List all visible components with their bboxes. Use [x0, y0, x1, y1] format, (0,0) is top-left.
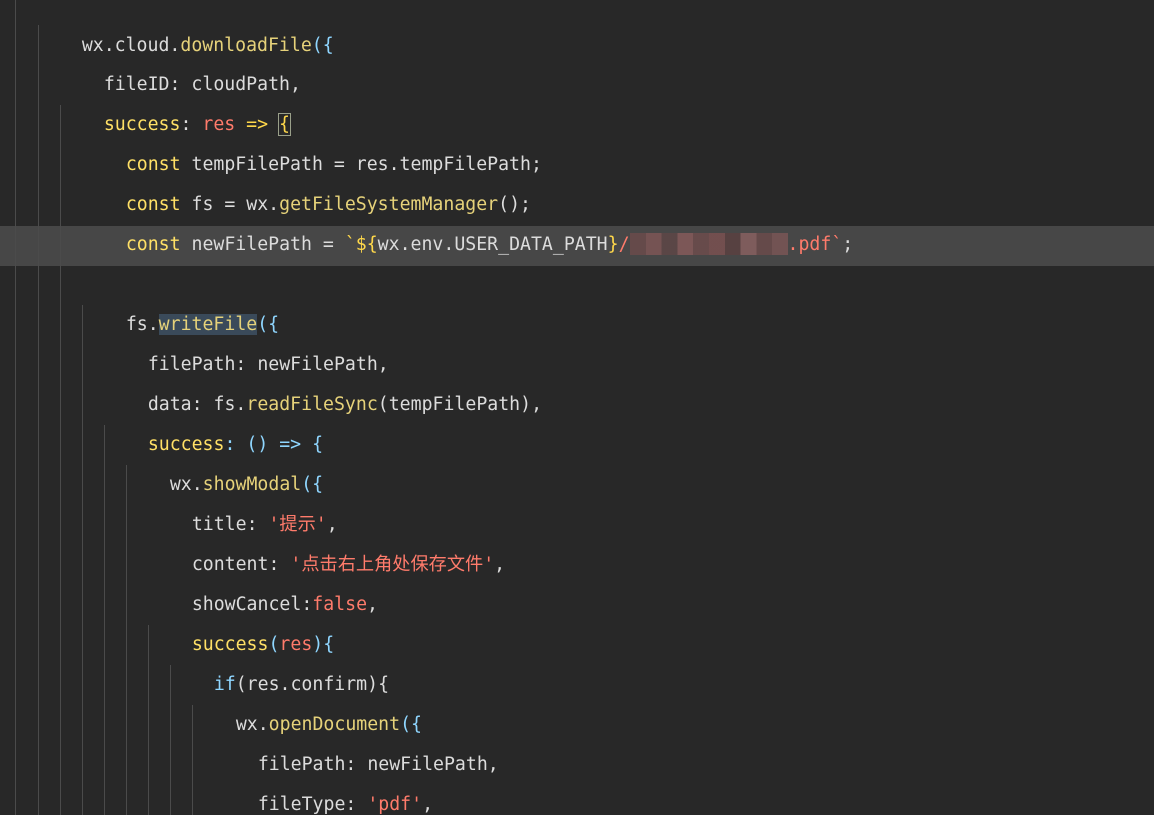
code-line-current[interactable]: [82, 226, 126, 266]
redacted-filename: [629, 233, 788, 255]
code-line[interactable]: showCancel:false,: [148, 545, 378, 615]
code-line[interactable]: fileType: 'pdf',: [214, 745, 433, 815]
code-line[interactable]: success: () => {: [104, 385, 323, 455]
code-token: (tempFilePath),: [377, 394, 543, 415]
code-token: ,: [367, 594, 378, 615]
code-line[interactable]: wx.showModal({: [126, 425, 323, 495]
code-token: .pdf`: [787, 234, 843, 255]
code-token: wx.env.USER_DATA_PATH: [377, 234, 608, 255]
code-token: `${: [344, 234, 378, 255]
code-line[interactable]: const tempFilePath = res.tempFilePath;: [82, 105, 542, 175]
code-line[interactable]: success: res => {: [60, 65, 291, 136]
code-line[interactable]: content: '点击右上角处保存文件',: [148, 505, 505, 575]
code-line[interactable]: if(res.confirm){: [170, 625, 389, 695]
code-token: newFilePath =: [180, 234, 345, 255]
code-line[interactable]: wx.openDocument({: [192, 665, 422, 735]
code-line[interactable]: success(res){: [148, 585, 334, 655]
indent-guide: [60, 105, 61, 815]
code-token: const: [125, 234, 181, 255]
code-line[interactable]: data: fs.readFileSync(tempFilePath),: [104, 345, 542, 415]
code-line[interactable]: const fs = wx.getFileSystemManager();: [82, 145, 531, 215]
code-line[interactable]: const newFilePath = `${wx.env.USER_DATA_…: [82, 185, 853, 255]
code-token: }: [607, 234, 619, 255]
code-line[interactable]: filePath: newFilePath,: [104, 305, 389, 375]
code-line[interactable]: fileID: cloudPath,: [60, 25, 301, 95]
code-token: ;: [842, 234, 854, 255]
code-line[interactable]: filePath: newFilePath,: [214, 705, 499, 775]
code-line[interactable]: showMenu: true,: [214, 785, 422, 815]
code-token: /: [618, 234, 630, 255]
code-line[interactable]: fs.writeFile({: [82, 265, 279, 335]
code-editor[interactable]: wx.cloud.downloadFile({ fileID: cloudPat…: [0, 0, 1154, 815]
code-token: ,: [494, 554, 506, 575]
code-token: ,: [422, 794, 434, 815]
code-line[interactable]: wx.cloud.downloadFile({: [38, 0, 334, 56]
indent-guide: [38, 25, 39, 815]
indent-guide: [15, 0, 16, 815]
code-line[interactable]: title: '提示',: [148, 465, 338, 535]
code-token: ({: [311, 35, 334, 56]
